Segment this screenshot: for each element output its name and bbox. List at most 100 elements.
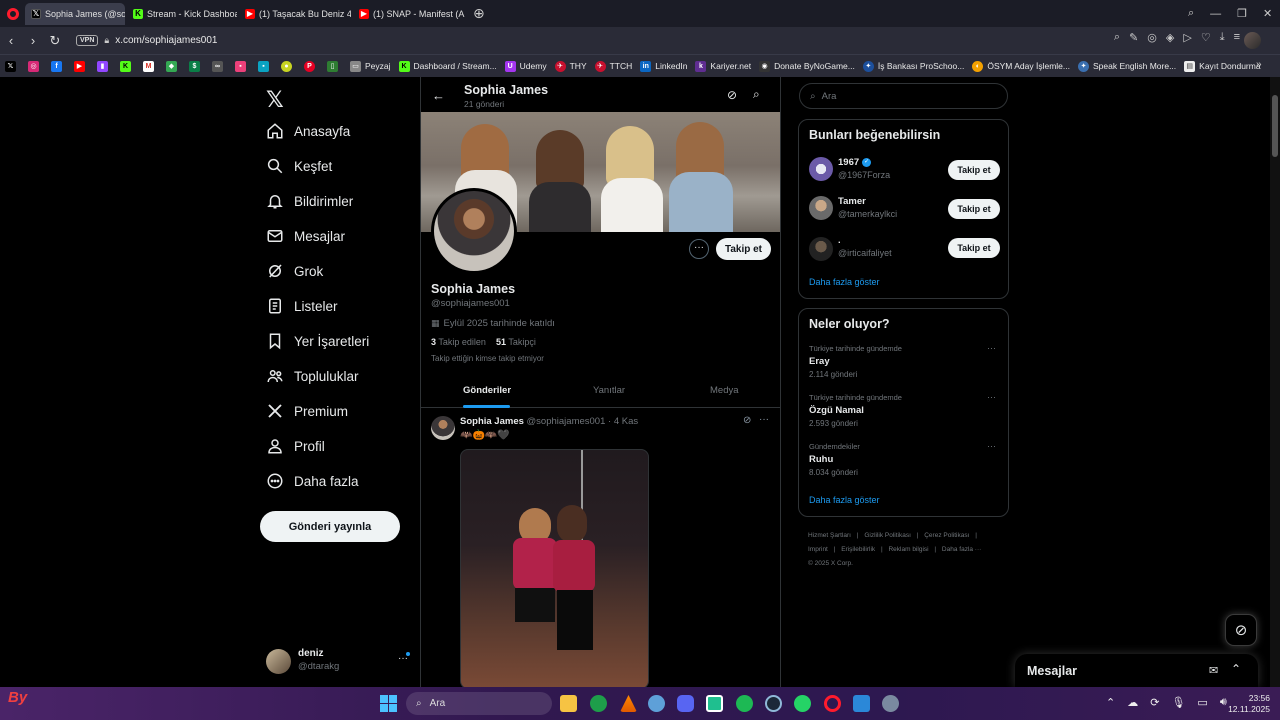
tab-tasacak-bu-deniz[interactable]: ▶ (1) Taşacak Bu Deniz 4. Bö [239, 3, 351, 25]
nav-item-lists[interactable]: Listeler [266, 297, 338, 315]
suggestion-user[interactable]: . @irticaifaliyet Takip et [799, 233, 1010, 267]
bookmark-ttch[interactable]: ✈ TTCH [594, 60, 632, 72]
whatsapp-icon[interactable] [794, 695, 811, 712]
post-date[interactable]: · 4 Kas [608, 416, 638, 427]
followers-stat[interactable]: 51 Takipçi [496, 337, 536, 347]
browser-profile-avatar[interactable] [1244, 32, 1261, 49]
post-avatar[interactable] [431, 416, 455, 440]
bookmark-speak-english[interactable]: ✦ Speak English More... [1078, 60, 1176, 72]
follow-button[interactable]: Takip et [948, 199, 1000, 219]
bookmark-peyzaj[interactable]: ▭ Peyzaj [350, 60, 391, 72]
taskbar-search[interactable]: ⌕ Ara [406, 692, 552, 715]
reload-icon[interactable]: ↻ [44, 33, 66, 49]
bookmark-linkedin[interactable]: in LinkedIn [640, 60, 687, 72]
footer-link[interactable]: Reklam bilgisi [888, 546, 928, 553]
bookmark-youtube-icon[interactable]: ▶ [74, 60, 89, 72]
bookmark-pinterest-icon[interactable]: P [304, 60, 319, 72]
vlc-icon[interactable] [620, 695, 637, 712]
account-switcher[interactable]: deniz @dtarakg ··· [266, 647, 416, 675]
close-icon[interactable]: ✕ [1263, 7, 1272, 20]
footer-link[interactable]: Hizmet Şartları [808, 532, 851, 539]
nav-item-bookmarks[interactable]: Yer İşaretleri [266, 332, 369, 350]
bookmark-finance-icon[interactable]: $ [189, 60, 204, 72]
bookmark-dashboard-stream[interactable]: K Dashboard / Stream... [398, 60, 497, 72]
bookmark-maps-icon[interactable]: ◆ [166, 60, 181, 72]
trend-item[interactable]: Türkiye tarihinde gündemde Eray 2.114 gö… [799, 342, 1010, 386]
edit-icon[interactable]: ✎ [1129, 31, 1138, 44]
show-more-link[interactable]: Daha fazla göster [809, 277, 880, 287]
nav-item-grok[interactable]: Grok [266, 262, 323, 280]
profile-avatar[interactable] [431, 188, 517, 274]
post-author[interactable]: Sophia James [460, 416, 524, 427]
nav-item-profile[interactable]: Profil [266, 437, 325, 455]
tab-kick-dashboard[interactable]: K Stream - Kick Dashboard [127, 3, 237, 25]
bookmark-thy[interactable]: ✈ THY [554, 60, 587, 72]
menu-icon[interactable]: ≡ [1234, 31, 1240, 44]
search-page-icon[interactable]: ⌕ [1114, 31, 1120, 44]
opera-icon[interactable] [824, 695, 841, 712]
search-input[interactable]: ⌕ Ara [799, 83, 1008, 109]
tab-replies[interactable]: Yanıtlar [593, 385, 625, 396]
cloud-icon[interactable]: ☁ [1127, 696, 1138, 709]
tab-media[interactable]: Medya [710, 385, 739, 396]
footer-link[interactable]: Erişilebilirlik [841, 546, 875, 553]
bookmark-isbank[interactable]: ✦ İş Bankası ProSchoo... [862, 60, 964, 72]
follow-button[interactable]: Takip et [948, 160, 1000, 180]
bookmark-app-icon[interactable]: ▪ [258, 60, 273, 72]
bookmark-instagram-icon[interactable]: ◎ [28, 60, 43, 72]
sync-icon[interactable]: ⟳ [1150, 696, 1159, 709]
post-item[interactable]: Sophia James @sophiajames001 · 4 Kas ⊘ ·… [421, 409, 780, 687]
bookmark-tool-icon[interactable]: ▪ [235, 60, 250, 72]
forward-icon[interactable]: › [22, 33, 44, 48]
nav-item-more[interactable]: Daha fazla [266, 472, 359, 490]
bookmark-ball-icon[interactable]: ● [281, 60, 296, 72]
bookmark-kariyer[interactable]: k Kariyer.net [695, 60, 751, 72]
shield-icon[interactable]: ◈ [1166, 31, 1174, 44]
search-icon[interactable]: ⌕ [753, 87, 760, 102]
app-icon[interactable] [648, 695, 665, 712]
active-app-icon[interactable] [706, 695, 723, 712]
chevron-up-icon[interactable]: ⌃ [1106, 696, 1115, 709]
trend-item[interactable]: Gündemdekiler Ruhu 8.034 gönderi ··· [799, 440, 1010, 484]
suggestion-user[interactable]: Tamer @tamerkaylkci Takip et [799, 194, 1010, 228]
bookmark-osym[interactable]: ◐ ÖSYM Aday İşlemle... [972, 60, 1070, 72]
expand-up-icon[interactable]: ⌃ [1231, 662, 1241, 676]
more-icon[interactable]: ··· [987, 441, 996, 451]
maximize-icon[interactable]: ❐ [1237, 7, 1247, 20]
start-windows-icon[interactable] [380, 695, 397, 712]
spotify-icon[interactable] [736, 695, 753, 712]
bookmark-gmail-icon[interactable]: M [143, 60, 158, 72]
trend-item[interactable]: Türkiye tarihinde gündemde Özgü Namal 2.… [799, 391, 1010, 435]
post-button[interactable]: Gönderi yayınla [260, 511, 400, 542]
scrollbar-thumb[interactable] [1272, 95, 1278, 157]
vpn-badge[interactable]: VPN [76, 35, 99, 46]
xbox-icon[interactable] [590, 695, 607, 712]
bookmark-kick-icon[interactable]: K [120, 60, 135, 72]
minimize-icon[interactable]: — [1210, 8, 1221, 20]
footer-link[interactable]: Imprint [808, 546, 828, 553]
new-message-icon[interactable]: ✉ [1209, 664, 1218, 677]
messages-drawer[interactable]: Mesajlar ✉ ⌃ [1015, 654, 1258, 687]
follow-button[interactable]: Takip et [948, 238, 1000, 258]
x-logo-icon[interactable]: 𝕏 [266, 87, 284, 113]
discord-icon[interactable] [677, 695, 694, 712]
tab-posts[interactable]: Gönderiler [463, 385, 511, 396]
back-arrow-icon[interactable]: ← [432, 88, 445, 103]
network-icon[interactable]: ▭ [1197, 696, 1207, 709]
grok-icon[interactable]: ⊘ [743, 415, 751, 426]
nav-item-premium[interactable]: Premium [266, 402, 348, 420]
bookmark-facebook-icon[interactable]: f [51, 60, 66, 72]
bookmark-bynogame[interactable]: ◉ Donate ByNoGame... [759, 60, 855, 72]
bookmarks-overflow-icon[interactable]: » [1256, 59, 1262, 70]
post-handle[interactable]: @sophiajames001 [527, 416, 606, 427]
widget-logo-icon[interactable]: By [8, 689, 27, 706]
bookmark-udemy[interactable]: U Udemy [504, 60, 547, 72]
bookmark-twitch-icon[interactable]: ▮ [97, 60, 112, 72]
footer-link[interactable]: Gizlilik Politikası [864, 532, 911, 539]
more-icon[interactable]: ··· [759, 414, 769, 425]
bookmark-link-icon[interactable]: ∞ [212, 60, 227, 72]
post-image[interactable] [460, 449, 649, 687]
page-scrollbar[interactable] [1270, 77, 1280, 687]
following-stat[interactable]: 3 Takip edilen [431, 337, 486, 347]
url-field[interactable]: 🔒︎ x.com/sophiajames001 [104, 35, 217, 46]
